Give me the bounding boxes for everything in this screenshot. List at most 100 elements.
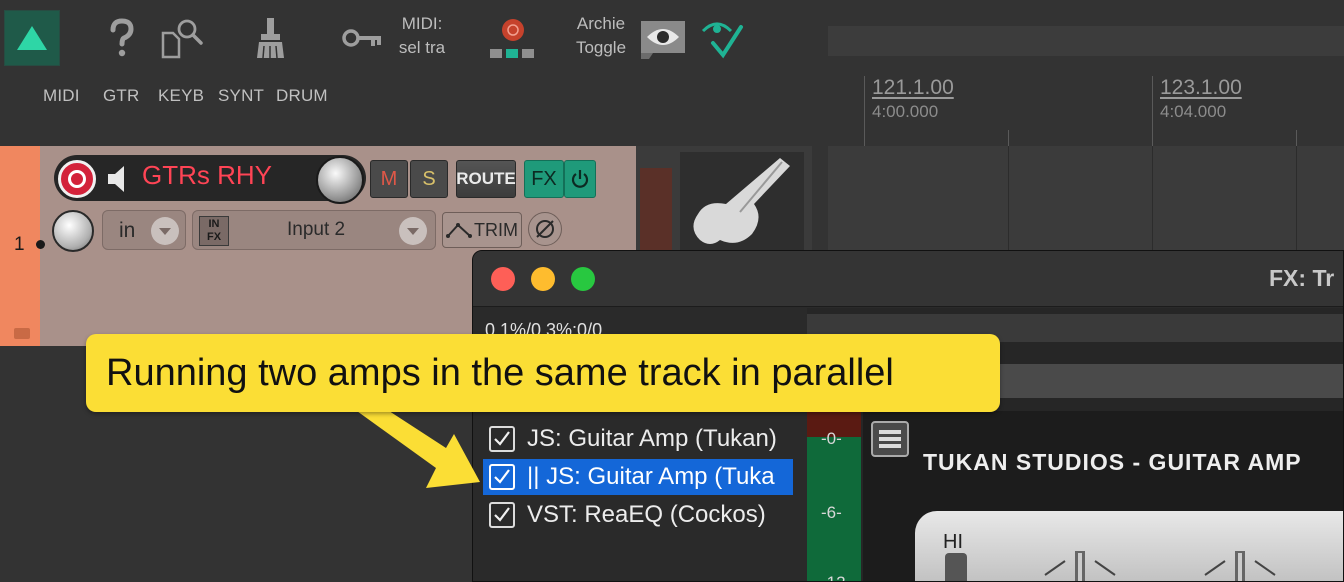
folder-icon[interactable] [14,328,30,339]
infx-line1: IN [208,218,220,230]
help-icon [110,18,134,57]
record-icon [68,170,86,188]
knob-label: HI [943,531,963,553]
toolbar-label-gtr[interactable]: GTR [103,86,139,106]
main-toolbar: MIDI: sel tra Archie Toggle MIDI GTR KEY… [0,0,1344,146]
input-select[interactable]: IN FX Input 2 [192,210,436,250]
ruler-tick [1008,130,1009,146]
input-mode-value: in [119,219,136,242]
ruler-bar-label: 121.1.00 [872,76,954,99]
checkmark-icon [494,431,510,446]
toolbar-label-keyb[interactable]: KEYB [158,86,204,106]
ruler-time-label: 4:00.000 [872,102,939,121]
find-file-button[interactable] [158,14,206,62]
fx-bypass-button[interactable] [564,160,596,198]
checkmark-icon [494,469,510,484]
toolbar-button-toggle[interactable] [4,10,60,66]
minimize-button[interactable] [531,267,555,291]
track-name[interactable]: GTRs RHY [142,160,272,191]
fx-chain-window: FX: Tr 0.1%/0.3%:0/0 JS: Guitar Amp (Tuk… [472,250,1344,582]
phase-icon [536,220,554,238]
ruler-tick [1152,76,1153,146]
grid-line [1152,146,1153,250]
help-button[interactable] [100,14,144,62]
key-button[interactable] [340,20,384,56]
toolbar-label-drum[interactable]: DRUM [276,86,328,106]
fx-list-item-selected[interactable]: || JS: Guitar Amp (Tuka [483,459,793,495]
trim-button[interactable]: TRIM [442,212,522,248]
record-arm-button[interactable] [58,160,96,198]
route-button[interactable]: ROUTE [456,160,516,198]
fx-item-label: JS: Guitar Amp (Tukan) [527,425,777,452]
volume-knob[interactable] [316,156,364,204]
fx-window-title: FX: Tr [1269,265,1335,291]
meter-label: -12 [821,573,846,581]
fx-item-label: || JS: Guitar Amp (Tuka [527,463,775,490]
amp-knob[interactable] [1195,547,1285,582]
record-layout-icon [490,19,534,58]
ruler-tick [1296,130,1297,146]
toolbar-empty-slot [828,26,1344,56]
brush-icon [257,18,284,59]
maximize-button[interactable] [571,267,595,291]
track-meter [640,168,672,250]
grid-line [1296,146,1297,250]
mute-button[interactable]: M [370,160,408,198]
fx-list-item[interactable]: VST: ReaEQ (Cockos) [483,497,793,533]
fx-button[interactable]: FX [524,160,564,198]
pan-knob[interactable] [52,210,94,252]
eye-icon [641,21,685,59]
view-toggle-button[interactable] [638,14,688,60]
visibility-check-button[interactable] [698,14,746,60]
fx-window-titlebar[interactable]: FX: Tr [473,251,1343,307]
chevron-down-icon [399,217,427,245]
speaker-icon[interactable] [106,164,130,194]
meter-label: -6- [821,503,842,522]
archie-toggle-button[interactable]: Archie Toggle [566,12,636,64]
triangle-up-icon [17,26,47,50]
plugin-gui: TUKAN STUDIOS - GUITAR AMP HI [863,411,1343,582]
archie-line1: Archie [576,14,626,33]
arrange-view[interactable] [828,146,1344,250]
midi-sel-track-button[interactable]: MIDI: sel tra [390,12,454,64]
trim-label: TRIM [474,219,518,240]
amp-knob[interactable] [1035,547,1125,582]
power-icon [571,170,589,188]
track-folder-dot[interactable] [36,240,45,249]
solo-button[interactable]: S [410,160,448,198]
record-layout-button[interactable] [484,16,540,60]
fx-item-label: VST: ReaEQ (Cockos) [527,501,766,528]
toolbar-label-midi[interactable]: MIDI [43,86,80,106]
close-button[interactable] [491,267,515,291]
envelope-icon [446,223,472,238]
fx-enable-checkbox[interactable] [489,502,515,528]
eye-check-icon [701,22,743,59]
fx-enable-checkbox[interactable] [489,464,515,490]
infx-line2: FX [206,231,222,243]
midi-sel-line1: MIDI: [401,14,443,33]
switch-toggle[interactable] [945,553,967,581]
input-fx-button[interactable]: IN FX [199,216,229,246]
midi-sel-line2: sel tra [398,38,446,57]
amp-panel: HI [915,511,1343,582]
fx-list-item[interactable]: JS: Guitar Amp (Tukan) [483,421,793,457]
ruler-time-label: 4:04.000 [1160,102,1227,121]
guitar-icon [680,152,804,250]
input-mode-select[interactable]: in [102,210,186,250]
menu-button[interactable] [871,421,909,457]
phase-invert-button[interactable] [528,212,562,246]
grid-line [1008,146,1009,250]
meter-label: -0- [821,429,842,448]
hamburger-icon [879,430,901,448]
cleanup-button[interactable] [248,14,292,62]
input-level-meter: -0- -6- -12 [807,411,861,581]
track-number: 1 [14,234,25,255]
ruler-bar-label: 123.1.00 [1160,76,1242,99]
annotation-callout: Running two amps in the same track in pa… [86,334,1000,412]
input-name: Input 2 [287,219,346,240]
plugin-title: TUKAN STUDIOS - GUITAR AMP [923,449,1302,475]
toolbar-label-synt[interactable]: SYNT [218,86,264,106]
file-search-icon [161,19,203,59]
fx-enable-checkbox[interactable] [489,426,515,452]
ruler-tick [864,76,865,146]
